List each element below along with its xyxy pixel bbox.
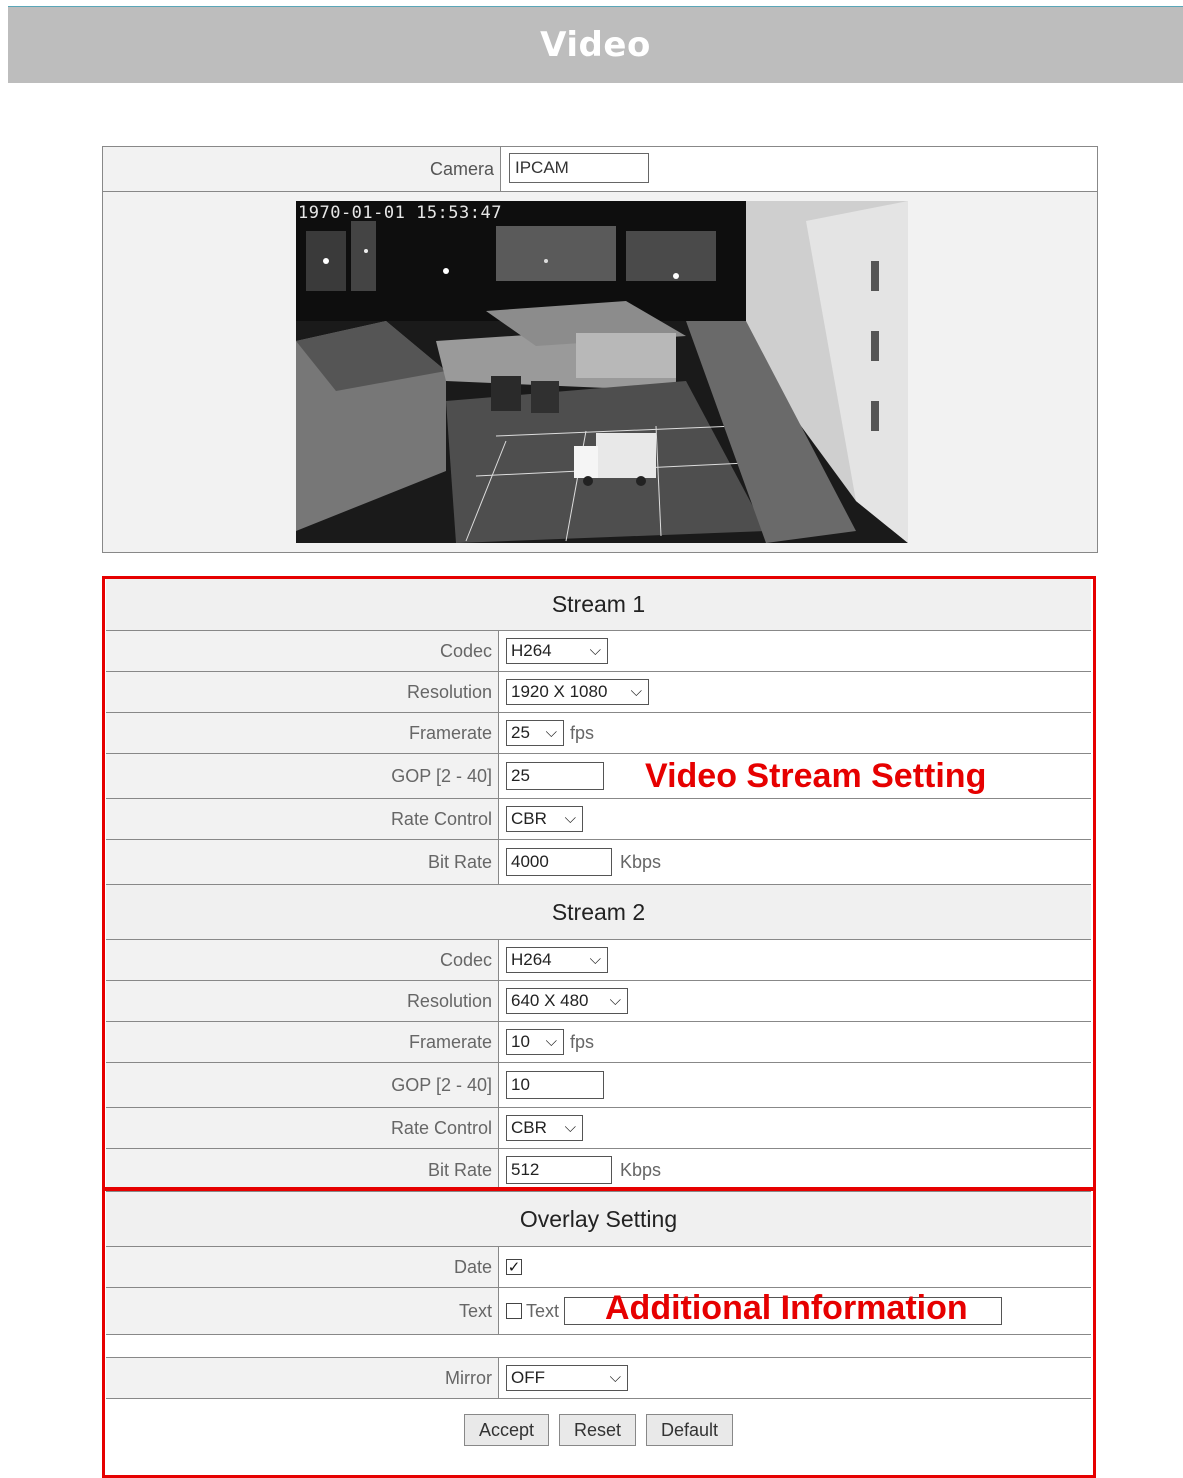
stream1-framerate-select[interactable]: 25 ⌵: [506, 720, 564, 746]
stream2-codec-select[interactable]: H264 ⌵: [506, 947, 608, 973]
stream2-framerate-value: 10: [511, 1032, 530, 1051]
stream2-rate-control-select[interactable]: CBR ⌵: [506, 1115, 583, 1141]
text-checkbox-label: Text: [526, 1300, 560, 1321]
video-stream-annotation: Video Stream Setting: [645, 757, 987, 795]
camera-name-value: IPCAM: [515, 158, 569, 177]
chevron-down-icon: ⌵: [545, 1033, 557, 1050]
stream2-bitrate-label: Bit Rate: [106, 1149, 499, 1191]
stream1-bitrate-input[interactable]: 4000: [506, 848, 612, 876]
stream1-bitrate-value: 4000: [511, 852, 549, 871]
text-checkbox[interactable]: [506, 1303, 522, 1319]
stream2-gop-input[interactable]: 10: [506, 1071, 604, 1099]
stream2-framerate-row: Framerate 10 ⌵ fps: [106, 1022, 1091, 1063]
stream1-codec-select[interactable]: H264 ⌵: [506, 638, 608, 664]
stream1-resolution-select[interactable]: 1920 X 1080 ⌵: [506, 679, 649, 705]
default-button[interactable]: Default: [646, 1414, 734, 1446]
stream1-gop-label: GOP [2 - 40]: [106, 754, 499, 798]
stream2-gop-row: GOP [2 - 40] 10: [106, 1063, 1091, 1108]
stream1-gop-value: 25: [511, 766, 530, 785]
camera-name-row: Camera IPCAM: [103, 147, 1097, 192]
settings-table: Stream 1 Codec H264 ⌵ Resolution 1920 X 1…: [106, 578, 1091, 1461]
stream1-codec-row: Codec H264 ⌵: [106, 631, 1091, 672]
stream2-framerate-unit: fps: [570, 1031, 595, 1052]
mirror-label: Mirror: [106, 1358, 499, 1398]
stream1-framerate-value: 25: [511, 723, 530, 742]
stream2-gop-label: GOP [2 - 40]: [106, 1063, 499, 1107]
stream1-gop-input[interactable]: 25: [506, 762, 604, 790]
camera-label: Camera: [103, 147, 501, 191]
mirror-value: OFF: [511, 1368, 545, 1387]
stream1-framerate-unit: fps: [570, 722, 595, 743]
page-header: Video: [8, 7, 1183, 83]
stream2-codec-value: H264: [511, 950, 552, 969]
stream2-header: Stream 2: [106, 885, 1091, 940]
stream1-rate-control-row: Rate Control CBR ⌵: [106, 799, 1091, 840]
stream2-resolution-label: Resolution: [106, 981, 499, 1021]
chevron-down-icon: ⌵: [630, 683, 642, 700]
camera-name-input[interactable]: IPCAM: [509, 153, 649, 183]
mirror-select[interactable]: OFF ⌵: [506, 1365, 628, 1391]
stream2-resolution-row: Resolution 640 X 480 ⌵: [106, 981, 1091, 1022]
stream2-rate-control-row: Rate Control CBR ⌵: [106, 1108, 1091, 1149]
date-checkbox[interactable]: ✓: [506, 1259, 522, 1275]
stream2-codec-label: Codec: [106, 940, 499, 980]
chevron-down-icon: ⌵: [564, 1119, 576, 1136]
camera-scene-image: [296, 201, 908, 543]
stream2-bitrate-value: 512: [511, 1160, 540, 1179]
stream2-gop-value: 10: [511, 1075, 530, 1094]
stream2-resolution-value: 640 X 480: [511, 991, 589, 1010]
overlay-date-label: Date: [106, 1247, 499, 1287]
additional-info-annotation: Additional Information: [605, 1289, 968, 1327]
chevron-down-icon: ⌵: [564, 810, 576, 827]
stream2-framerate-label: Framerate: [106, 1022, 499, 1062]
video-timestamp: 1970-01-01 15:53:47: [298, 203, 502, 223]
action-buttons: Accept Reset Default: [106, 1399, 1091, 1461]
stream2-rate-control-value: CBR: [511, 1118, 547, 1137]
blank-row: [106, 1335, 1091, 1358]
stream1-rate-control-value: CBR: [511, 809, 547, 828]
chevron-down-icon: ⌵: [545, 724, 557, 741]
stream1-resolution-label: Resolution: [106, 672, 499, 712]
stream1-bitrate-unit: Kbps: [620, 851, 662, 872]
chevron-down-icon: ⌵: [609, 1369, 621, 1386]
stream1-resolution-value: 1920 X 1080: [511, 682, 608, 701]
stream2-codec-row: Codec H264 ⌵: [106, 940, 1091, 981]
overlay-date-row: Date ✓: [106, 1247, 1091, 1288]
overlay-text-label: Text: [106, 1288, 499, 1334]
stream2-resolution-select[interactable]: 640 X 480 ⌵: [506, 988, 628, 1014]
overlay-header: Overlay Setting: [106, 1192, 1091, 1247]
stream1-rate-control-select[interactable]: CBR ⌵: [506, 806, 583, 832]
chevron-down-icon: ⌵: [589, 642, 601, 659]
stream1-framerate-row: Framerate 25 ⌵ fps: [106, 713, 1091, 754]
checkmark-icon: ✓: [507, 1258, 521, 1276]
stream2-framerate-select[interactable]: 10 ⌵: [506, 1029, 564, 1055]
stream2-bitrate-row: Bit Rate 512 Kbps: [106, 1149, 1091, 1192]
stream2-bitrate-unit: Kbps: [620, 1159, 662, 1180]
stream2-rate-control-label: Rate Control: [106, 1108, 499, 1148]
stream1-bitrate-label: Bit Rate: [106, 840, 499, 884]
stream1-codec-value: H264: [511, 641, 552, 660]
mirror-row: Mirror OFF ⌵: [106, 1358, 1091, 1399]
reset-button[interactable]: Reset: [558, 1414, 636, 1446]
accept-button[interactable]: Accept: [463, 1414, 549, 1446]
camera-snapshot: 1970-01-01 15:53:47: [296, 201, 908, 543]
stream1-bitrate-row: Bit Rate 4000 Kbps: [106, 840, 1091, 885]
stream1-rate-control-label: Rate Control: [106, 799, 499, 839]
page-title: Video: [540, 25, 651, 65]
stream1-codec-label: Codec: [106, 631, 499, 671]
camera-panel: Camera IPCAM 1970-01-01 15:53:47: [102, 146, 1098, 553]
stream2-bitrate-input[interactable]: 512: [506, 1156, 612, 1184]
stream1-framerate-label: Framerate: [106, 713, 499, 753]
chevron-down-icon: ⌵: [609, 992, 621, 1009]
stream1-resolution-row: Resolution 1920 X 1080 ⌵: [106, 672, 1091, 713]
stream1-header: Stream 1: [106, 578, 1091, 631]
chevron-down-icon: ⌵: [589, 951, 601, 968]
